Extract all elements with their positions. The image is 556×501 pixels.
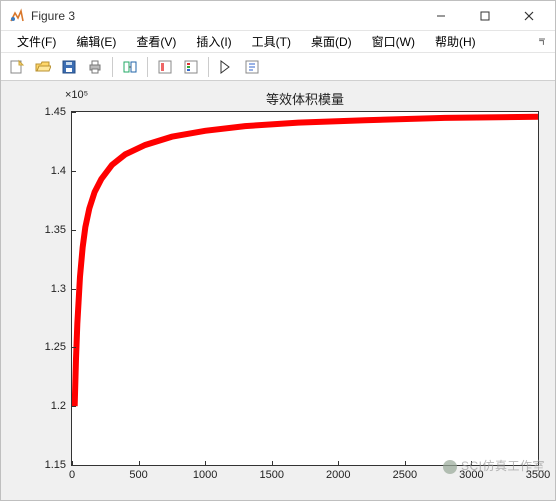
titlebar: Figure 3 (1, 1, 555, 31)
menu-window[interactable]: 窗口(W) (362, 31, 425, 52)
toolbar (1, 53, 555, 81)
y-tick-label: 1.4 (22, 165, 72, 177)
menu-desktop[interactable]: 桌面(D) (301, 31, 362, 52)
x-tick-mark (538, 461, 539, 466)
x-tick-label: 2000 (326, 465, 350, 481)
minimize-button[interactable] (419, 2, 463, 30)
x-tick-mark (205, 461, 206, 466)
x-tick-mark (338, 461, 339, 466)
y-exponent-label: ×10⁵ (65, 89, 88, 101)
y-tick-mark (71, 230, 76, 231)
x-tick-mark (405, 461, 406, 466)
chart-area: 等效体积模量 ×10⁵ 1.151.21.251.31.351.41.45050… (1, 81, 555, 500)
x-tick-label: 500 (129, 465, 147, 481)
save-button[interactable] (57, 55, 81, 79)
link-axes-button[interactable] (118, 55, 142, 79)
menu-help[interactable]: 帮助(H) (425, 31, 486, 52)
insert-text-button[interactable] (240, 55, 264, 79)
y-tick-mark (71, 347, 76, 348)
y-tick-label: 1.35 (22, 224, 72, 236)
y-tick-label: 1.25 (22, 341, 72, 353)
close-button[interactable] (507, 2, 551, 30)
y-tick-mark (71, 406, 76, 407)
x-tick-label: 1000 (193, 465, 217, 481)
plot-line (72, 112, 538, 465)
y-tick-mark (71, 289, 76, 290)
window-title: Figure 3 (31, 9, 419, 23)
y-tick-label: 1.45 (22, 106, 72, 118)
y-tick-mark (71, 171, 76, 172)
y-tick-mark (71, 112, 76, 113)
axes[interactable]: 1.151.21.251.31.351.41.45050010001500200… (71, 111, 539, 466)
x-tick-mark (471, 461, 472, 466)
series-line (75, 117, 538, 406)
menu-edit[interactable]: 编辑(E) (66, 31, 126, 52)
x-tick-label: 1500 (259, 465, 283, 481)
toolbar-separator (112, 57, 113, 77)
new-figure-button[interactable] (5, 55, 29, 79)
edit-plot-button[interactable] (214, 55, 238, 79)
x-tick-label: 2500 (393, 465, 417, 481)
menu-overflow-button[interactable] (533, 33, 551, 51)
menu-insert[interactable]: 插入(I) (186, 31, 241, 52)
x-tick-mark (272, 461, 273, 466)
x-tick-mark (72, 461, 73, 466)
data-cursor-button[interactable] (153, 55, 177, 79)
y-tick-label: 1.3 (22, 283, 72, 295)
y-tick-label: 1.2 (22, 400, 72, 412)
matlab-app-icon (9, 8, 25, 24)
maximize-button[interactable] (463, 2, 507, 30)
figure-window: Figure 3 文件(F) 编辑(E) 查看(V) 插入(I) 工具(T) 桌… (0, 0, 556, 501)
chart-title: 等效体积模量 (71, 89, 539, 108)
toolbar-separator (147, 57, 148, 77)
menu-tools[interactable]: 工具(T) (242, 31, 301, 52)
print-button[interactable] (83, 55, 107, 79)
x-tick-label: 3000 (459, 465, 483, 481)
y-tick-label: 1.15 (22, 459, 72, 471)
legend-button[interactable] (179, 55, 203, 79)
menu-file[interactable]: 文件(F) (7, 31, 66, 52)
x-tick-label: 3500 (526, 465, 550, 481)
x-tick-label: 0 (69, 465, 75, 481)
toolbar-separator (208, 57, 209, 77)
open-button[interactable] (31, 55, 55, 79)
menu-view[interactable]: 查看(V) (126, 31, 186, 52)
x-tick-mark (139, 461, 140, 466)
menubar: 文件(F) 编辑(E) 查看(V) 插入(I) 工具(T) 桌面(D) 窗口(W… (1, 31, 555, 53)
